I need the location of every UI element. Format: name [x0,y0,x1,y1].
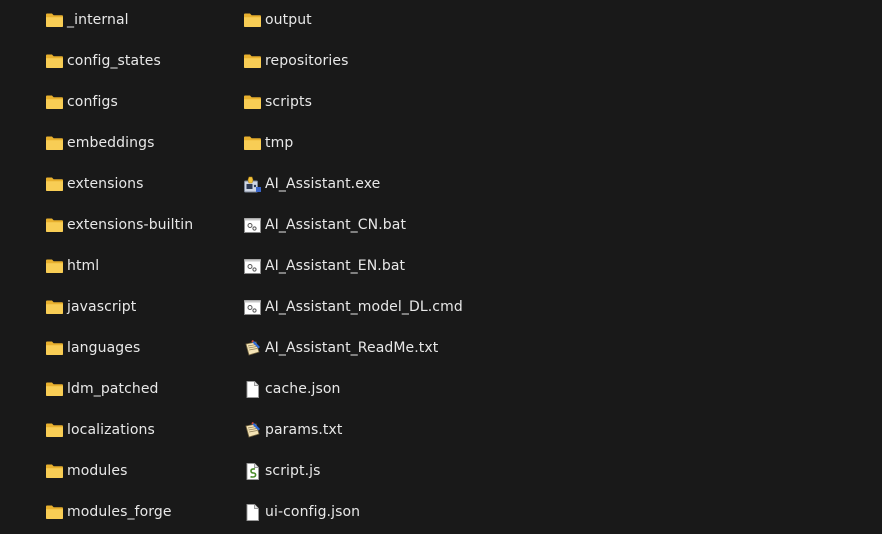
file-item[interactable]: AI_Assistant_EN.bat [243,254,405,278]
file-item[interactable]: tmp [243,131,293,155]
folder-item-label: extensions [67,176,144,192]
file-item-label: output [265,12,312,28]
folder-icon [45,175,64,194]
file-item-label: scripts [265,94,313,110]
folder-item[interactable]: javascript [45,295,136,319]
folder-item-label: localizations [67,422,155,438]
file-item[interactable]: AI_Assistant_model_DL.cmd [243,295,463,319]
file-item[interactable]: params.txt [243,418,342,442]
file-item-label: tmp [265,135,294,151]
text-file-icon [243,421,262,440]
folder-item-label: configs [67,94,118,110]
file-item-label: script.js [265,463,321,479]
blank-file-icon [243,380,262,399]
folder-item[interactable]: localizations [45,418,155,442]
text-file-icon [243,339,262,358]
file-item[interactable]: AI_Assistant.exe [243,172,380,196]
file-item-label: params.txt [265,422,343,438]
folder-item-label: modules [67,463,128,479]
file-item[interactable]: output [243,8,312,32]
file-item[interactable]: repositories [243,49,349,73]
folder-icon [45,216,64,235]
file-item-label: AI_Assistant.exe [265,176,381,192]
folder-icon [243,93,262,112]
file-item-label: AI_Assistant_EN.bat [265,258,406,274]
exe-icon [243,175,262,194]
script-file-icon [243,462,262,481]
folder-icon [45,339,64,358]
folder-icon [45,134,64,153]
folder-item[interactable]: languages [45,336,140,360]
batch-file-icon [243,216,262,235]
file-item-label: repositories [265,53,349,69]
folder-item-label: html [67,258,100,274]
folder-item[interactable]: configs [45,90,118,114]
folder-icon [243,52,262,71]
folder-item-label: config_states [67,53,161,69]
batch-file-icon [243,298,262,317]
folder-item[interactable]: embeddings [45,131,154,155]
folder-item-label: javascript [67,299,137,315]
folder-item-label: ldm_patched [67,381,159,397]
folder-icon [45,462,64,481]
file-item[interactable]: cache.json [243,377,341,401]
folder-icon [45,93,64,112]
folder-item-label: languages [67,340,141,356]
folder-item[interactable]: _internal [45,8,129,32]
folder-icon [243,134,262,153]
folder-item-label: embeddings [67,135,155,151]
folder-icon [45,257,64,276]
file-item[interactable]: script.js [243,459,321,483]
folder-item-label: _internal [67,12,129,28]
batch-file-icon [243,257,262,276]
folder-icon [45,298,64,317]
file-item-label: AI_Assistant_CN.bat [265,217,407,233]
file-item[interactable]: AI_Assistant_CN.bat [243,213,406,237]
file-item-label: ui-config.json [265,504,361,520]
folder-item[interactable]: config_states [45,49,161,73]
folder-item[interactable]: ldm_patched [45,377,159,401]
folder-item[interactable]: html [45,254,99,278]
folder-icon [243,11,262,30]
folder-icon [45,380,64,399]
folder-item[interactable]: modules_forge [45,500,172,524]
file-item-label: AI_Assistant_ReadMe.txt [265,340,439,356]
blank-file-icon [243,503,262,522]
folder-icon [45,52,64,71]
folder-item[interactable]: extensions [45,172,144,196]
file-item[interactable]: AI_Assistant_ReadMe.txt [243,336,438,360]
folder-icon [45,421,64,440]
file-item-label: AI_Assistant_model_DL.cmd [265,299,463,315]
file-item-label: cache.json [265,381,341,397]
folder-item[interactable]: modules [45,459,127,483]
folder-icon [45,11,64,30]
folder-item-label: extensions-builtin [67,217,194,233]
file-item[interactable]: ui-config.json [243,500,360,524]
folder-icon [45,503,64,522]
file-item[interactable]: scripts [243,90,312,114]
folder-item-label: modules_forge [67,504,172,520]
folder-item[interactable]: extensions-builtin [45,213,193,237]
